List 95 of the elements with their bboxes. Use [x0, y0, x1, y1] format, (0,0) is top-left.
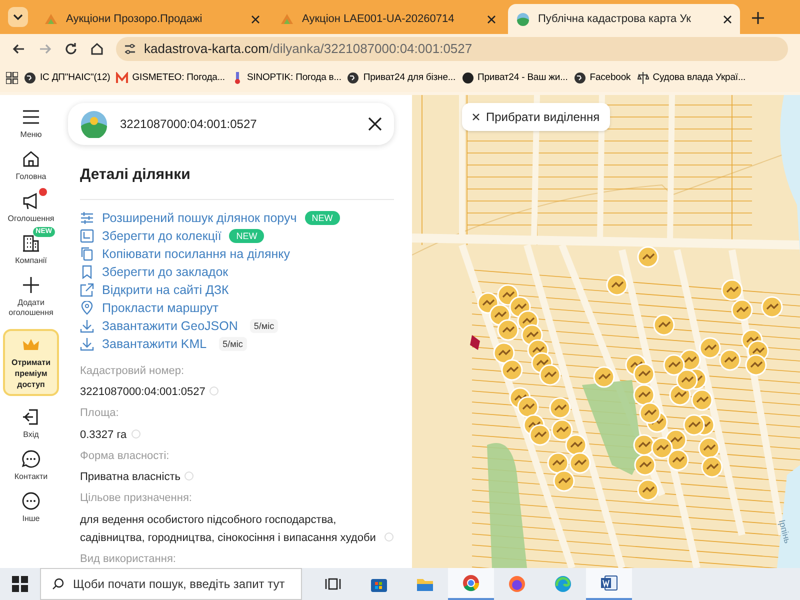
plus-icon: [21, 275, 41, 295]
nav-label: Вхід: [22, 430, 40, 440]
login-icon: [21, 407, 41, 427]
action-link[interactable]: Прокласти маршрут: [102, 298, 218, 318]
browser-tab[interactable]: Публічна кадастрова карта Ук: [508, 4, 740, 34]
bookmark[interactable]: Facebook: [574, 70, 631, 86]
limit-badge: 5/міс: [250, 319, 278, 333]
bookmark[interactable]: Судова влада Украї...: [636, 70, 746, 86]
apps-grid-icon[interactable]: [6, 72, 18, 84]
nav-item[interactable]: Оголошення: [2, 191, 60, 224]
download-icon: [80, 319, 94, 333]
new-badge: NEW: [229, 229, 264, 243]
new-badge: NEW: [304, 211, 340, 225]
download-icon: [80, 337, 94, 351]
url-text: kadastrova-karta.com/dilyanka/3221087000:04:001:0527: [144, 40, 472, 58]
field-label: Цільове призначення:: [80, 491, 193, 506]
home-icon[interactable]: [90, 42, 104, 56]
river-label: Ірпінь: [776, 518, 794, 546]
action-link[interactable]: Копіювати посилання на ділянку: [102, 244, 290, 264]
favicon-icon: [44, 12, 58, 26]
browser-tab[interactable]: Аукціон LAE001-UA-20260714: [272, 4, 504, 34]
close-icon: [472, 113, 480, 121]
bookmark[interactable]: ІС ДП"НАІС"(12): [24, 70, 110, 86]
bookmark[interactable]: SINOPTIK: Погода в...: [230, 70, 342, 86]
nav-label: Оголошення: [6, 214, 56, 224]
clear-selection-button[interactable]: Прибрати виділення: [462, 103, 610, 131]
reload-icon[interactable]: [64, 42, 78, 56]
browser-icon: [461, 573, 481, 593]
nav-label: Інше: [21, 514, 41, 524]
document-w-icon: [599, 573, 619, 593]
tab-list-icon[interactable]: [8, 7, 28, 27]
nav-item[interactable]: Вхід: [2, 407, 60, 440]
m-logo-icon: [116, 72, 128, 84]
nav-item[interactable]: Інше: [2, 491, 60, 524]
search-icon: [52, 578, 64, 590]
nav-label: Меню: [19, 130, 43, 140]
taskbar-app[interactable]: [586, 568, 632, 600]
field-value: 0.3327 га: [80, 428, 127, 442]
site-settings-icon[interactable]: [124, 43, 136, 55]
back-icon[interactable]: [12, 42, 26, 56]
nav-label: Додати оголошення: [8, 298, 54, 318]
action-link[interactable]: Зберегти до колекції: [102, 226, 222, 246]
sliders-icon: [80, 211, 94, 225]
action-link[interactable]: Розширений пошук ділянок поруч: [102, 208, 297, 228]
nav-label: Головна: [14, 172, 48, 182]
logo-icon: [80, 110, 108, 138]
bookmark-icon: [80, 265, 94, 279]
bookmark[interactable]: Приват24 для бізне...: [347, 70, 456, 86]
nav-item[interactable]: Контакти: [2, 449, 60, 482]
fox-browser-icon: [507, 574, 527, 594]
search-field[interactable]: 3221087000:04:001:0527: [68, 103, 394, 145]
field-label: Форма власності:: [80, 448, 170, 464]
action-link[interactable]: Завантажити GeoJSON: [102, 316, 238, 336]
chat-icon: [21, 449, 41, 469]
home-icon: [21, 149, 41, 169]
close-icon[interactable]: [723, 14, 732, 24]
nav-item[interactable]: Меню: [2, 107, 60, 140]
premium-button[interactable]: Отримати преміум доступ: [3, 329, 59, 396]
location-pin-icon: [80, 301, 94, 315]
address-bar[interactable]: kadastrova-karta.com/dilyanka/3221087000:04:001:0527: [116, 37, 788, 61]
windows-start-icon[interactable]: [12, 576, 28, 592]
field-value: Приватна власність: [80, 470, 180, 485]
more-icon: [21, 491, 41, 511]
field-label: Вид використання:: [80, 552, 177, 566]
action-link[interactable]: Відкрити на сайті ДЗК: [102, 280, 229, 300]
wave-browser-icon: [553, 574, 573, 594]
limit-badge: 5/міс: [218, 337, 247, 351]
nav-label: Компанії: [14, 256, 48, 266]
copy-icon: [80, 247, 94, 261]
close-icon[interactable]: [251, 14, 260, 24]
external-link-icon: [80, 283, 94, 297]
panel-title: Деталі ділянки: [80, 165, 192, 185]
favicon-icon: [280, 12, 294, 26]
taskbar-search-field[interactable]: Щоби почати пошук, введіть запит тут: [40, 568, 302, 600]
nav-item[interactable]: Головна: [2, 149, 60, 182]
nav-item[interactable]: Додати оголошення: [2, 275, 60, 318]
building-icon: [21, 233, 41, 253]
favicon-icon: [516, 12, 530, 26]
scales-icon: [636, 72, 649, 84]
close-icon[interactable]: [487, 14, 496, 24]
collection-icon: [80, 229, 94, 243]
close-icon[interactable]: [368, 117, 382, 131]
menu-icon: [21, 107, 41, 127]
new-tab-icon[interactable]: [752, 12, 764, 24]
field-label: Площа:: [80, 406, 120, 421]
bookmark[interactable]: GISMETEO: Погода...: [116, 70, 225, 86]
nav-label: Контакти: [13, 472, 49, 482]
field-value: для ведення особистого підсобного господарства, садівництва, городництва, сінокосіння і випасання худоби: [80, 512, 377, 546]
browser-tab[interactable]: Аукціони Прозоро.Продажі: [36, 4, 268, 34]
bookmark[interactable]: Приват24 - Ваш жи...: [462, 70, 568, 86]
search-value: 3221087000:04:001:0527: [120, 116, 258, 133]
field-value: 3221087000:04:001:0527: [80, 385, 206, 400]
action-link[interactable]: Завантажити KML: [102, 334, 207, 354]
field-label: Кадастровий номер:: [80, 364, 186, 378]
action-link[interactable]: Зберегти до закладок: [102, 262, 228, 282]
